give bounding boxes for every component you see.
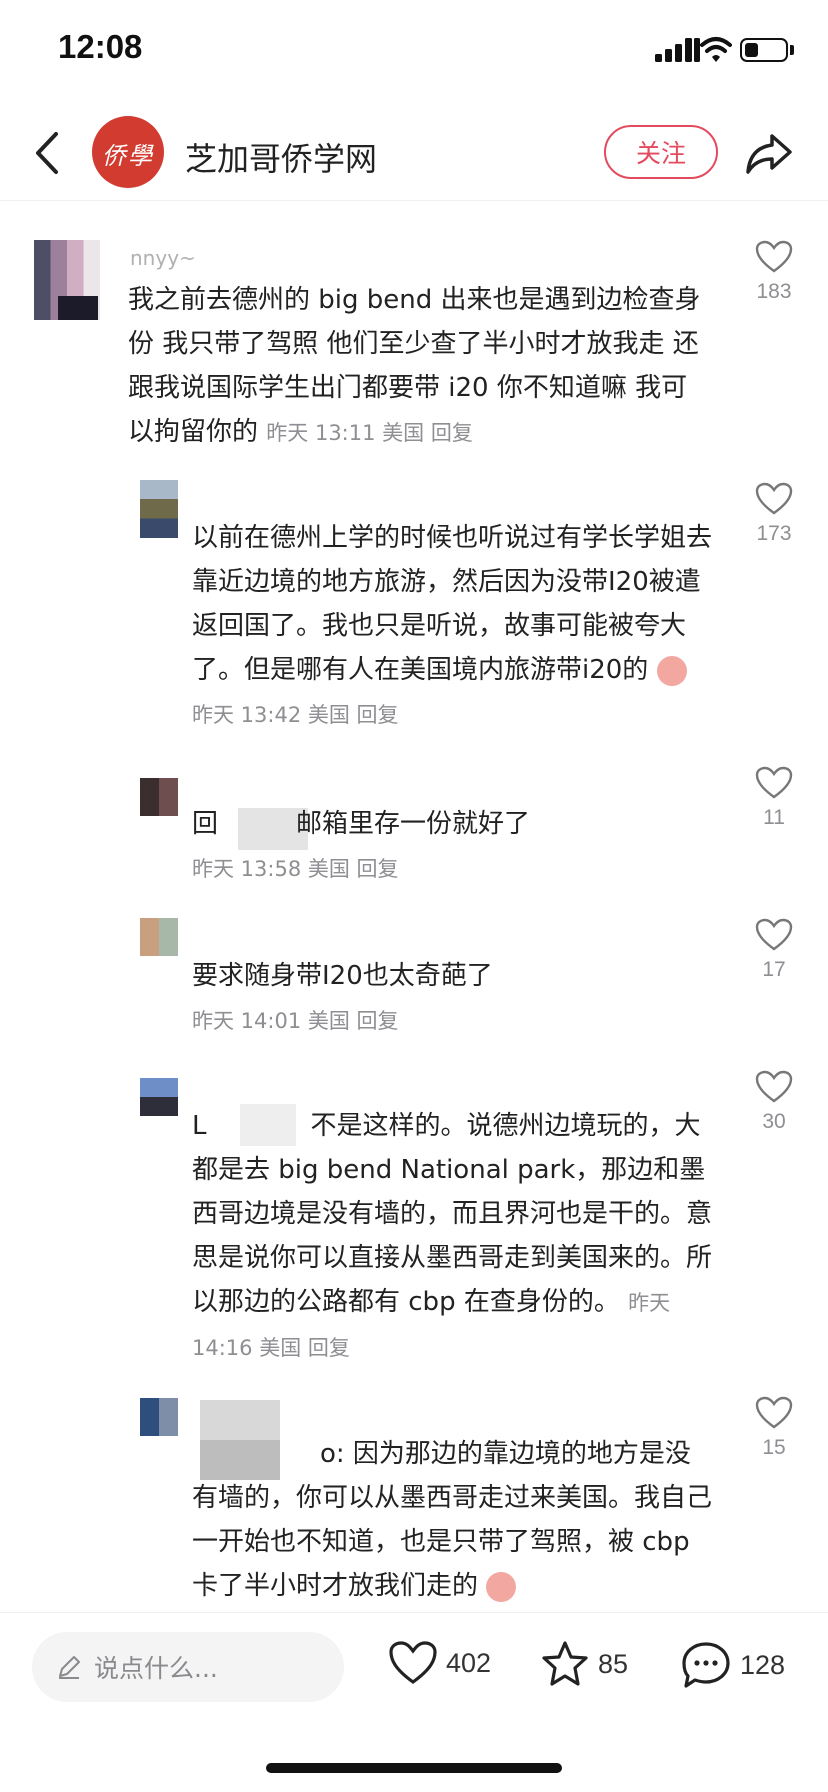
comment-meta[interactable]: 昨天 13:58 美国 回复 xyxy=(192,857,399,881)
face-emoji-icon xyxy=(486,1571,517,1602)
comment-meta[interactable]: 昨天 13:11 美国 回复 xyxy=(266,421,473,445)
commenter-avatar-pixelated[interactable] xyxy=(140,778,178,816)
heart-icon xyxy=(755,1396,793,1429)
like-count: 173 xyxy=(756,522,792,545)
heart-icon xyxy=(755,918,793,951)
comment-like-button[interactable]: 173 xyxy=(744,482,804,546)
like-count: 402 xyxy=(446,1647,492,1678)
like-count: 11 xyxy=(763,806,785,829)
comment-input[interactable]: 说点什么... xyxy=(32,1632,344,1702)
like-count: 183 xyxy=(756,280,792,303)
comment-username[interactable]: nnyy~ xyxy=(130,246,196,270)
collect-action[interactable]: 85 xyxy=(540,1640,628,1688)
heart-icon xyxy=(389,1641,437,1684)
comment-text: 我之前去德州的 big bend 出来也是遇到边检查身份 我只带了驾照 他们至少… xyxy=(128,285,701,447)
comment-like-button[interactable]: 183 xyxy=(744,240,804,304)
heart-icon xyxy=(755,1070,793,1103)
comment-action[interactable]: 128 xyxy=(680,1640,785,1690)
collect-count: 85 xyxy=(598,1648,629,1679)
bottom-divider xyxy=(0,1612,828,1613)
comment-text: 以前在德州上学的时候也听说过有学长学姐去靠近边境的地方旅游，然后因为没带I20被… xyxy=(192,523,713,727)
like-count: 17 xyxy=(762,958,786,981)
account-name[interactable]: 芝加哥侨学网 xyxy=(185,134,377,180)
battery-nub xyxy=(790,45,794,55)
comment-like-button[interactable]: 30 xyxy=(744,1070,804,1134)
commenter-avatar-pixelated[interactable] xyxy=(140,1398,178,1436)
cellular-signal-icon xyxy=(655,38,700,62)
like-count: 15 xyxy=(762,1436,786,1459)
face-emoji-icon xyxy=(656,655,687,686)
comment-meta[interactable]: 昨天 13:42 美国 回复 xyxy=(192,703,399,727)
home-indicator xyxy=(266,1763,562,1773)
follow-button[interactable]: 关注 xyxy=(604,125,718,179)
commenter-avatar-pixelated[interactable] xyxy=(140,480,178,538)
status-time: 12:08 xyxy=(58,28,143,65)
commenter-avatar-pixelated xyxy=(58,296,98,320)
comment-text: 回 邮箱里存一份就好了 昨天 13:58 美国 回复 xyxy=(192,809,531,881)
share-icon[interactable] xyxy=(744,130,794,176)
star-icon xyxy=(542,1641,588,1686)
account-avatar[interactable]: 侨 學 xyxy=(92,116,164,188)
heart-icon xyxy=(755,482,793,515)
commenter-avatar-pixelated[interactable] xyxy=(140,1078,178,1116)
like-action[interactable]: 402 xyxy=(388,1640,491,1686)
comment-like-button[interactable]: 17 xyxy=(744,918,804,982)
pencil-icon xyxy=(59,1656,80,1679)
comment-count: 128 xyxy=(740,1649,786,1680)
comment-like-button[interactable]: 15 xyxy=(744,1396,804,1460)
header-divider xyxy=(0,200,828,201)
comment-input-placeholder: 说点什么... xyxy=(94,1654,218,1683)
comment-text: 要求随身带I20也太奇葩了 昨天 14:01 美国 回复 xyxy=(192,961,493,1033)
comment-meta[interactable]: 昨天 14:01 美国 回复 xyxy=(192,1009,399,1033)
comment-text: o: 因为那边的靠边境的地方是没有墙的，你可以从墨西哥走过来美国。我自己一开始也… xyxy=(192,1439,713,1602)
battery-icon xyxy=(740,38,788,62)
heart-icon xyxy=(755,766,793,799)
heart-icon xyxy=(755,240,793,273)
chat-bubble-icon xyxy=(682,1642,730,1688)
comment-text: L 不是这样的。说德州边境玩的，大都是去 big bend National p… xyxy=(192,1111,713,1360)
back-arrow-icon[interactable] xyxy=(28,128,68,178)
like-count: 30 xyxy=(762,1110,786,1133)
commenter-avatar-pixelated[interactable] xyxy=(140,918,178,956)
wifi-icon xyxy=(700,37,732,62)
comment-like-button[interactable]: 11 xyxy=(744,766,804,830)
